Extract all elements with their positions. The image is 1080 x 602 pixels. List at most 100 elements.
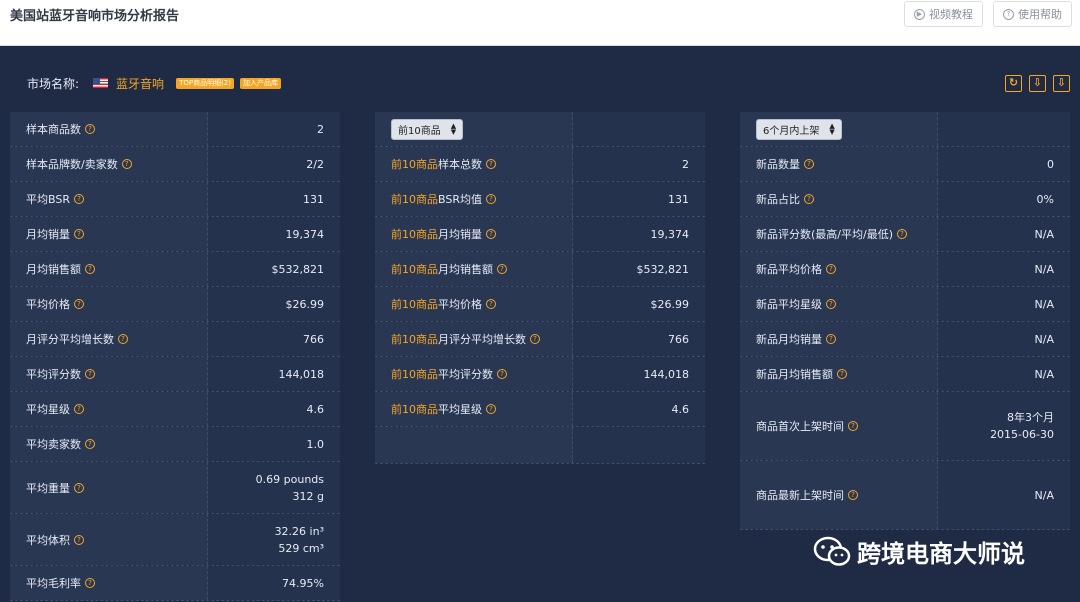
- help-question-icon[interactable]: ?: [530, 334, 540, 344]
- watermark-text: 跨境电商大师说: [857, 540, 1025, 568]
- help-question-icon[interactable]: ?: [74, 229, 84, 239]
- help-question-icon[interactable]: ?: [486, 229, 496, 239]
- help-question-icon[interactable]: ?: [74, 404, 84, 414]
- table-row: 新品占比? 0%: [740, 182, 1070, 217]
- select-arrows-icon: ▲ ▼: [450, 122, 457, 136]
- help-question-icon[interactable]: ?: [848, 421, 858, 431]
- row-label: 新品平均星级: [756, 298, 822, 311]
- market-name-link[interactable]: 蓝牙音响: [116, 75, 164, 92]
- row-value: 4.6: [671, 402, 690, 416]
- top-header: 美国站蓝牙音响市场分析报告 ▶ 视频教程 ? 使用帮助: [0, 0, 1080, 46]
- top10-prefix: 前10商品: [391, 263, 438, 276]
- row-value: 2/2: [306, 157, 324, 171]
- help-question-icon[interactable]: ?: [73, 194, 84, 204]
- row-label: 新品占比: [756, 193, 800, 206]
- help-question-icon[interactable]: ?: [74, 534, 84, 545]
- table-row: 商品最新上架时间? N/A: [740, 461, 1070, 530]
- top10-prefix: 前10商品: [391, 333, 438, 346]
- row-label: 平均评分数: [438, 368, 493, 381]
- row-label: 平均价格: [26, 298, 70, 311]
- row-label: 平均体积: [26, 533, 70, 547]
- row-value: N/A: [1034, 297, 1054, 311]
- help-question-icon[interactable]: ?: [85, 439, 95, 449]
- us-flag-icon: [93, 78, 109, 88]
- row-label: 月均销售额: [438, 263, 493, 276]
- help-question-icon[interactable]: ?: [848, 490, 858, 500]
- row-value: 8年3个月: [1007, 411, 1054, 424]
- help-question-icon[interactable]: ?: [85, 264, 95, 274]
- help-question-icon[interactable]: ?: [837, 369, 847, 379]
- help-button[interactable]: ? 使用帮助: [993, 1, 1072, 27]
- table-row: 平均体积? 32.26 in³ 529 cm³: [10, 514, 340, 566]
- row-label: BSR均值: [438, 193, 482, 206]
- table-row: 月均销量? 19,374: [10, 217, 340, 252]
- row-label: 平均星级: [26, 403, 70, 416]
- row-value-secondary: 312 g: [292, 489, 324, 503]
- table-row: 前10商品 月均销量? 19,374: [375, 217, 705, 252]
- help-question-icon[interactable]: ?: [85, 124, 95, 134]
- help-question-icon[interactable]: ?: [497, 264, 507, 274]
- table-row: 前10商品 月均销售额? $532,821: [375, 252, 705, 287]
- help-question-icon[interactable]: ?: [804, 194, 814, 204]
- help-question-icon[interactable]: ?: [118, 334, 128, 344]
- help-question-icon[interactable]: ?: [826, 334, 836, 344]
- help-question-icon[interactable]: ?: [826, 299, 836, 309]
- help-question-icon[interactable]: ?: [897, 229, 907, 239]
- table-row: 前10商品 平均星级? 4.6: [375, 392, 705, 427]
- help-question-icon[interactable]: ?: [121, 159, 132, 169]
- new-period-select-value: 6个月内上架: [763, 125, 820, 137]
- help-question-icon[interactable]: ?: [74, 299, 84, 309]
- help-question-icon[interactable]: ?: [804, 159, 814, 169]
- row-label: 平均卖家数: [26, 438, 81, 451]
- top10-stats-table: 前10商品 ▲ ▼ 前10商品 样本总数? 2 前10商品 BSR均值? 131 前10商品月…: [375, 112, 705, 464]
- market-label: 市场名称:: [27, 76, 80, 91]
- table-row: 前10商品 BSR均值? 131: [375, 182, 705, 217]
- download-icon[interactable]: ⇩: [1029, 75, 1046, 92]
- top10-prefix: 前10商品: [391, 368, 438, 381]
- row-value: $26.99: [650, 297, 690, 311]
- top10-prefix: 前10商品: [391, 193, 438, 206]
- help-question-icon[interactable]: ?: [497, 369, 507, 379]
- table-row: 新品月均销量? N/A: [740, 322, 1070, 357]
- help-question-icon[interactable]: ?: [74, 482, 84, 493]
- row-label: 新品数量: [756, 158, 800, 171]
- top10-select[interactable]: 前10商品 ▲ ▼: [391, 118, 464, 140]
- export-icon[interactable]: ⇩: [1053, 75, 1070, 92]
- row-value: 2: [317, 122, 324, 136]
- help-question-icon[interactable]: ?: [826, 264, 836, 274]
- row-value: N/A: [1034, 367, 1054, 381]
- top10-prefix: 前10商品: [391, 403, 438, 416]
- help-question-icon[interactable]: ?: [85, 578, 95, 588]
- help-question-icon[interactable]: ?: [485, 194, 496, 204]
- row-label: 月评分平均增长数: [438, 333, 526, 346]
- help-question-icon[interactable]: ?: [486, 404, 496, 414]
- top10-prefix: 前10商品: [391, 298, 438, 311]
- new-period-select[interactable]: 6个月内上架 ▲ ▼: [756, 118, 842, 140]
- row-label: 平均毛利率: [26, 577, 81, 590]
- row-value: $532,821: [271, 262, 325, 276]
- help-question-icon[interactable]: ?: [486, 299, 496, 309]
- row-label: 商品最新上架时间: [756, 489, 844, 502]
- help-question-icon[interactable]: ?: [85, 369, 95, 379]
- table-row: 月均销售额? $532,821: [10, 252, 340, 287]
- row-value: 131: [303, 192, 324, 206]
- table-row: 平均BSR? 131: [10, 182, 340, 217]
- add-to-library-tag[interactable]: 加入产品库: [240, 77, 281, 89]
- row-value: $532,821: [636, 262, 690, 276]
- table-row: 新品月均销售额? N/A: [740, 357, 1070, 392]
- row-label: 平均价格: [438, 298, 482, 311]
- table-row: 平均星级? 4.6: [10, 392, 340, 427]
- row-label: 样本总数: [438, 158, 482, 171]
- row-label: 新品月均销售额: [756, 368, 833, 381]
- top10-prefix: 前10商品: [391, 228, 438, 241]
- refresh-icon[interactable]: ↻: [1005, 75, 1022, 92]
- help-label: 使用帮助: [1018, 8, 1062, 21]
- table-row: 平均重量? 0.69 pounds 312 g: [10, 462, 340, 514]
- help-question-icon[interactable]: ?: [486, 159, 496, 169]
- video-tutorial-button[interactable]: ▶ 视频教程: [904, 1, 983, 27]
- video-tutorial-label: 视频教程: [929, 8, 973, 21]
- table-row: 前10商品 平均价格? $26.99: [375, 287, 705, 322]
- table-row: 平均价格? $26.99: [10, 287, 340, 322]
- top-items-tag[interactable]: TOP商品明细(2): [176, 77, 234, 89]
- table-row: 平均卖家数? 1.0: [10, 427, 340, 462]
